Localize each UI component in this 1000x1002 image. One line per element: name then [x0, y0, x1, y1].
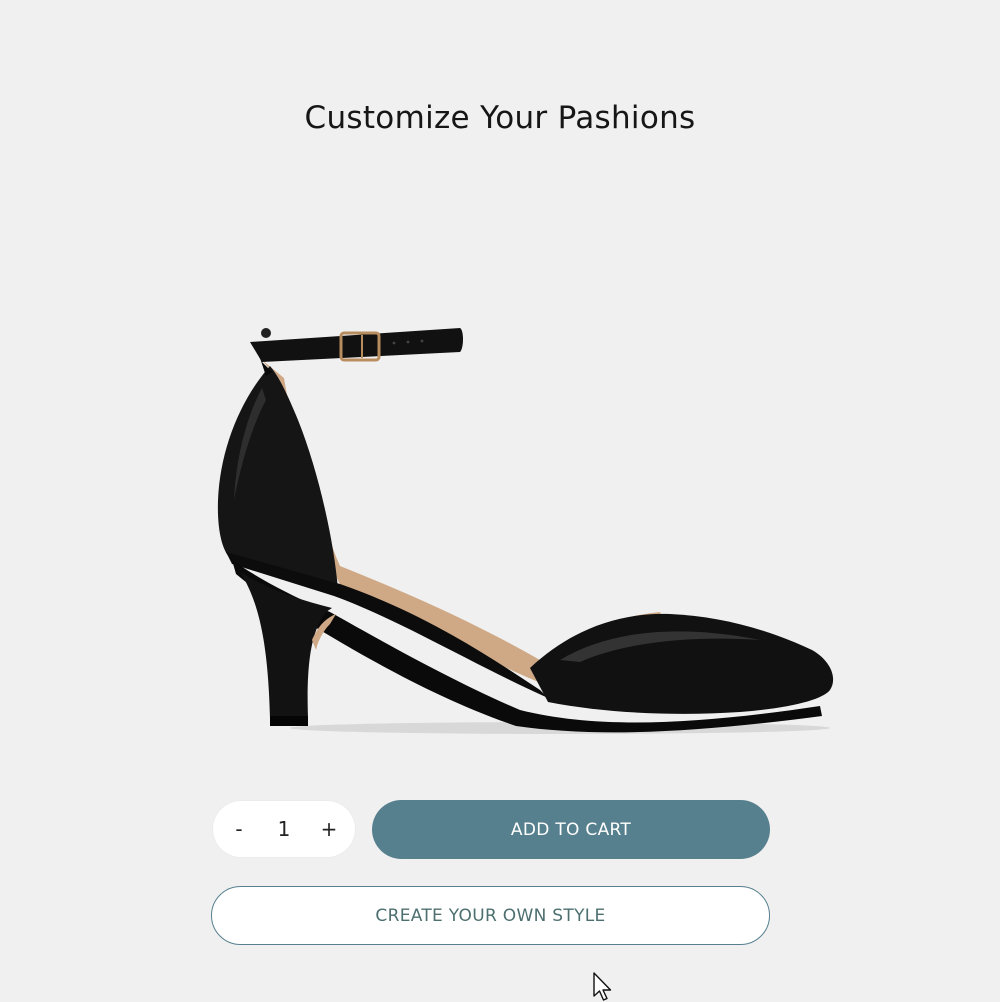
quantity-stepper[interactable]: - 1 +	[213, 801, 355, 857]
mouse-pointer-icon	[593, 972, 612, 1001]
product-shoe-image	[217, 328, 834, 734]
add-to-cart-button[interactable]: ADD TO CART	[372, 800, 770, 859]
quantity-value[interactable]: 1	[264, 817, 304, 841]
create-your-own-style-button[interactable]: CREATE YOUR OWN STYLE	[211, 886, 770, 945]
decrement-button[interactable]: -	[223, 809, 255, 849]
increment-button[interactable]: +	[313, 809, 345, 849]
page-title: Customize Your Pashions	[304, 100, 696, 136]
